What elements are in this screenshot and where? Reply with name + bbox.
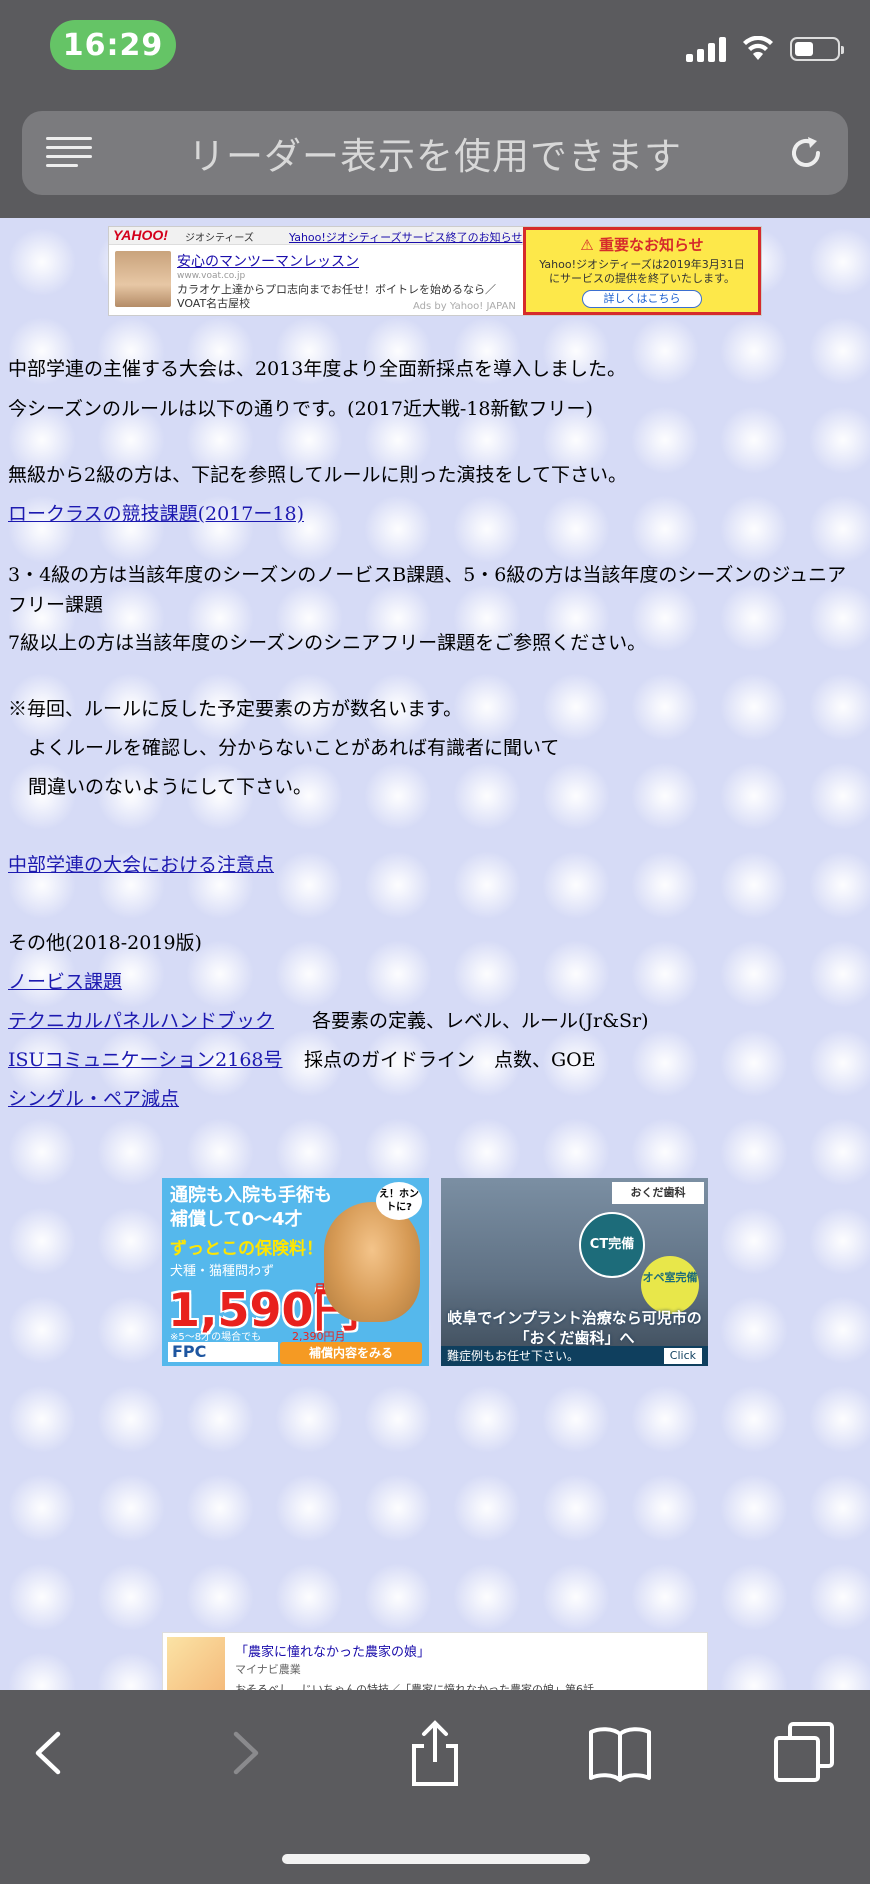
paragraph-intro: 中部学連の主催する大会は、2013年度より全面新採点を導入しました。 — [8, 358, 626, 380]
reload-icon[interactable] — [784, 131, 828, 175]
ad-thumbnail[interactable] — [115, 251, 171, 307]
address-area: リーダー表示を使用できます — [0, 100, 870, 218]
web-content[interactable]: YAHOO! ジオシティーズ Yahoo!ジオシティーズサービス終了のお知らせ … — [0, 218, 870, 1690]
tech-panel-description: 各要素の定義、レベル、ルール(Jr&Sr) — [312, 1010, 649, 1032]
pet-ad-line3: ずっとこの保険料！ — [170, 1239, 323, 1259]
back-icon[interactable] — [14, 1718, 84, 1788]
notice-body: Yahoo!ジオシティーズは2019年3月31日にサービスの提供を終了いたします… — [539, 258, 745, 285]
pet-ad-line2: 補償して0〜4才 — [170, 1209, 303, 1230]
pet-ad-note: ※5〜8才の場合でも — [170, 1332, 262, 1343]
notice-title: 重要なお知らせ — [598, 236, 704, 254]
note-no-mistakes: 間違いのないようにして下さい。 — [28, 776, 313, 798]
pet-insurance-ad[interactable]: 通院も入院も手術も 補償して0〜4才 ずっとこの保険料！ 犬種・猫種問わず 1,5… — [162, 1178, 429, 1366]
manga-thumbnail[interactable] — [167, 1637, 225, 1690]
home-indicator[interactable] — [282, 1854, 590, 1864]
important-notice[interactable]: ⚠ 重要なお知らせ Yahoo!ジオシティーズは2019年3月31日にサービスの… — [523, 227, 761, 315]
ad-header: YAHOO! ジオシティーズ Yahoo!ジオシティーズサービス終了のお知らせ — [109, 227, 523, 245]
ope-room-badge: オペ室完備 — [641, 1256, 699, 1314]
link-isu-communication[interactable]: ISUコミュニケーション2168号 — [8, 1045, 283, 1072]
battery-icon — [790, 37, 844, 61]
ct-badge: CT完備 — [579, 1212, 645, 1278]
paragraph-grade-3-6: 3・4級の方は当該年度のシーズンのノービスB課題、5・6級の方は当該年度のシーズ… — [8, 564, 847, 616]
dental-click-button[interactable]: Click — [663, 1348, 702, 1364]
isu-description: 採点のガイドライン 点数、GOE — [304, 1049, 596, 1071]
note-check-rules: よくルールを確認し、分からないことがあれば有識者に聞いて — [28, 737, 560, 759]
others-heading: その他(2018-2019版) — [8, 932, 202, 954]
manga-source: マイナビ農業 — [235, 1663, 301, 1676]
share-icon[interactable] — [400, 1718, 470, 1788]
dental-headline: 岐阜でインプラント治療なら可児市の「おくだ歯科」へ — [447, 1309, 702, 1347]
fpc-logo: FPC — [168, 1342, 278, 1362]
paragraph-grade-7: 7級以上の方は当該年度のシーズンのシニアフリー課題をご参照ください。 — [8, 632, 647, 654]
dental-logo: おくだ歯科 — [612, 1182, 704, 1204]
ad-byline: Ads by Yahoo! JAPAN — [413, 301, 516, 312]
link-technical-panel-handbook[interactable]: テクニカルパネルハンドブック — [8, 1006, 274, 1033]
link-competition-cautions[interactable]: 中部学連の大会における注意点 — [8, 850, 274, 877]
manga-title[interactable]: 「農家に憧れなかった農家の娘」 — [235, 1641, 430, 1660]
pet-ad-line1: 通院も入院も手術も — [170, 1185, 332, 1206]
paragraph-beginner: 無級から2級の方は、下記を参照してルールに則った演技をして下さい。 — [8, 464, 627, 486]
ad-title-link[interactable]: 安心のマンツーマンレッスン — [177, 251, 359, 271]
forward-icon[interactable] — [210, 1718, 280, 1788]
link-low-class-program[interactable]: ロークラスの競技課題(2017ー18) — [8, 499, 304, 526]
paragraph-rules: 今シーズンのルールは以下の通りです。(2017近大戦-18新歓フリー) — [8, 398, 593, 420]
yahoo-ad-banner[interactable]: YAHOO! ジオシティーズ Yahoo!ジオシティーズサービス終了のお知らせ … — [108, 226, 762, 316]
manga-description: おそるべし、じいちゃんの特技／「農家に憧れなかった農家の娘」第6話 — [235, 1683, 594, 1690]
address-text[interactable]: リーダー表示を使用できます — [122, 111, 748, 195]
dog-image — [324, 1202, 420, 1322]
ad-url: www.voat.co.jp — [177, 271, 246, 281]
address-bar[interactable]: リーダー表示を使用できます — [22, 111, 848, 195]
bookmarks-icon[interactable] — [585, 1718, 655, 1788]
link-single-pair-deductions[interactable]: シングル・ペア減点 — [8, 1084, 179, 1111]
status-bar: 16:29 — [0, 0, 870, 100]
geocities-label: ジオシティーズ — [185, 233, 254, 244]
bottom-toolbar — [0, 1690, 870, 1884]
notice-details-button[interactable]: 詳しくはこちら — [582, 290, 702, 308]
pet-ad-button[interactable]: 補償内容をみる — [280, 1342, 422, 1364]
cellular-signal-icon — [686, 36, 726, 62]
tabs-icon[interactable] — [770, 1718, 840, 1788]
link-novice-program[interactable]: ノービス課題 — [8, 967, 122, 994]
warning-icon: ⚠ — [580, 236, 594, 254]
dental-clinic-ad[interactable]: おくだ歯科 CT完備 オペ室完備 岐阜でインプラント治療なら可児市の「おくだ歯科… — [441, 1178, 708, 1366]
service-end-link[interactable]: Yahoo!ジオシティーズサービス終了のお知らせ — [289, 229, 522, 245]
status-icons — [686, 36, 844, 62]
note-warning: ※毎回、ルールに反した予定要素の方が数名います。 — [8, 698, 463, 720]
pet-ad-bubble: え！ホントに? — [376, 1182, 422, 1220]
wifi-icon — [743, 36, 773, 60]
status-time[interactable]: 16:29 — [50, 20, 176, 70]
yahoo-logo: YAHOO! — [113, 227, 168, 243]
reader-view-icon[interactable] — [46, 135, 92, 169]
manga-ad[interactable]: 「農家に憧れなかった農家の娘」 マイナビ農業 おそるべし、じいちゃんの特技／「農… — [162, 1632, 708, 1690]
